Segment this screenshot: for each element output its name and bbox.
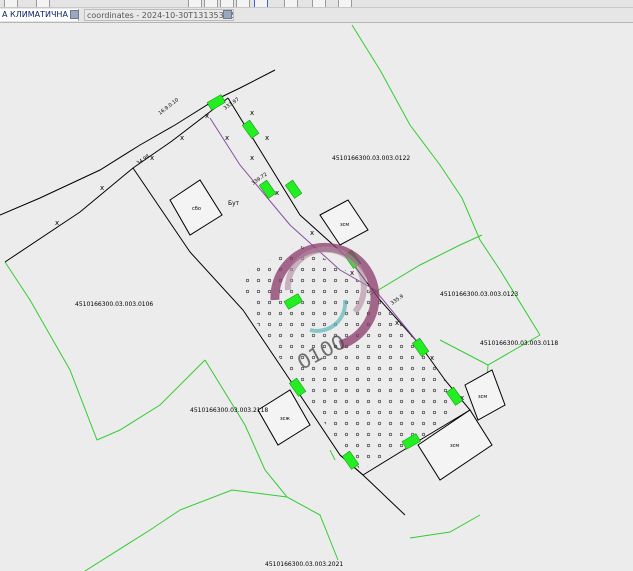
parcel-label: 4510166300.03.003.2118	[190, 407, 268, 414]
building-label: зсм	[478, 394, 487, 400]
close-icon[interactable]	[70, 10, 79, 19]
toolbar-button[interactable]	[220, 0, 234, 7]
svg-text:x: x	[150, 154, 154, 162]
tab-coordinates-label: coordinates - 2024-10-30T131353.758	[87, 11, 234, 20]
svg-text:x: x	[265, 134, 269, 142]
svg-text:x: x	[100, 184, 104, 192]
svg-text:x: x	[55, 219, 59, 227]
building-label: сбо	[192, 206, 201, 212]
toolbar-button[interactable]	[4, 0, 18, 7]
svg-text:x: x	[250, 109, 254, 117]
edge-label: 335.9	[390, 294, 405, 307]
toolbar-button[interactable]	[338, 0, 352, 7]
tab-coordinates[interactable]: coordinates - 2024-10-30T131353.758	[84, 9, 234, 21]
dimension-label: 16.9.0.10	[158, 97, 180, 116]
toolbar	[0, 0, 633, 8]
parcel-label: 4510166300.03.003.0122	[332, 155, 410, 162]
edge-label: 34.98	[136, 154, 151, 167]
tab-document-label: A КЛИМАТИЧНА 3	[2, 10, 76, 19]
toolbar-button[interactable]	[254, 0, 268, 7]
parcel-label: 4510166300.03.003.2021	[265, 561, 343, 568]
toolbar-button[interactable]	[236, 0, 250, 7]
tab-bar: A КЛИМАТИЧНА 3 coordinates - 2024-10-30T…	[0, 8, 633, 23]
toolbar-button[interactable]	[204, 0, 218, 7]
map-canvas[interactable]: xxx xxx xxx xxx xxx 0100 4510166300.03.0…	[0, 23, 633, 571]
hatched-area	[240, 245, 455, 470]
parcel-label: 4510166300.03.003.0123	[440, 291, 518, 298]
edge-label: 333.97	[223, 97, 241, 112]
building-label: зсм	[340, 222, 349, 228]
point-label: Бут	[228, 200, 240, 207]
building-label: зсж	[280, 416, 290, 422]
parcel-label: 4510166300.03.003.0106	[75, 301, 153, 308]
toolbar-button[interactable]	[284, 0, 298, 7]
svg-text:x: x	[430, 354, 434, 362]
svg-text:x: x	[350, 269, 354, 277]
tab-document[interactable]: A КЛИМАТИЧНА 3	[0, 9, 79, 21]
building-label: зсм	[450, 443, 459, 449]
svg-text:x: x	[180, 134, 184, 142]
parcel-label: 4510166300.03.003.0118	[480, 340, 558, 347]
toolbar-button[interactable]	[312, 0, 326, 7]
toolbar-button[interactable]	[188, 0, 202, 7]
close-icon[interactable]	[223, 10, 232, 19]
svg-text:x: x	[310, 229, 314, 237]
toolbar-button[interactable]	[36, 0, 50, 7]
svg-text:x: x	[205, 112, 209, 120]
svg-text:x: x	[395, 319, 399, 327]
svg-text:x: x	[225, 134, 229, 142]
svg-text:x: x	[250, 154, 254, 162]
